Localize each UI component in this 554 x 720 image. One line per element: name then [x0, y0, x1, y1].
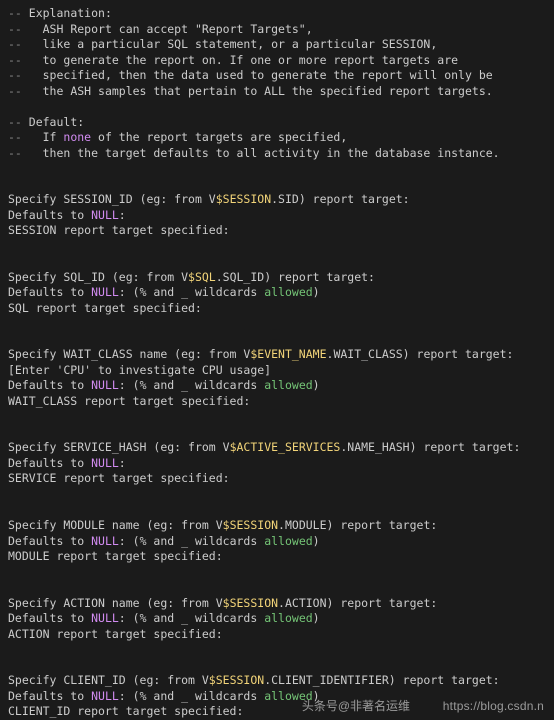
watermark-right: https://blog.csdn.n — [443, 698, 544, 714]
watermark-left: 头条号@非著名运维 — [302, 698, 410, 714]
terminal-output: -- Explanation: -- ASH Report can accept… — [0, 0, 554, 720]
